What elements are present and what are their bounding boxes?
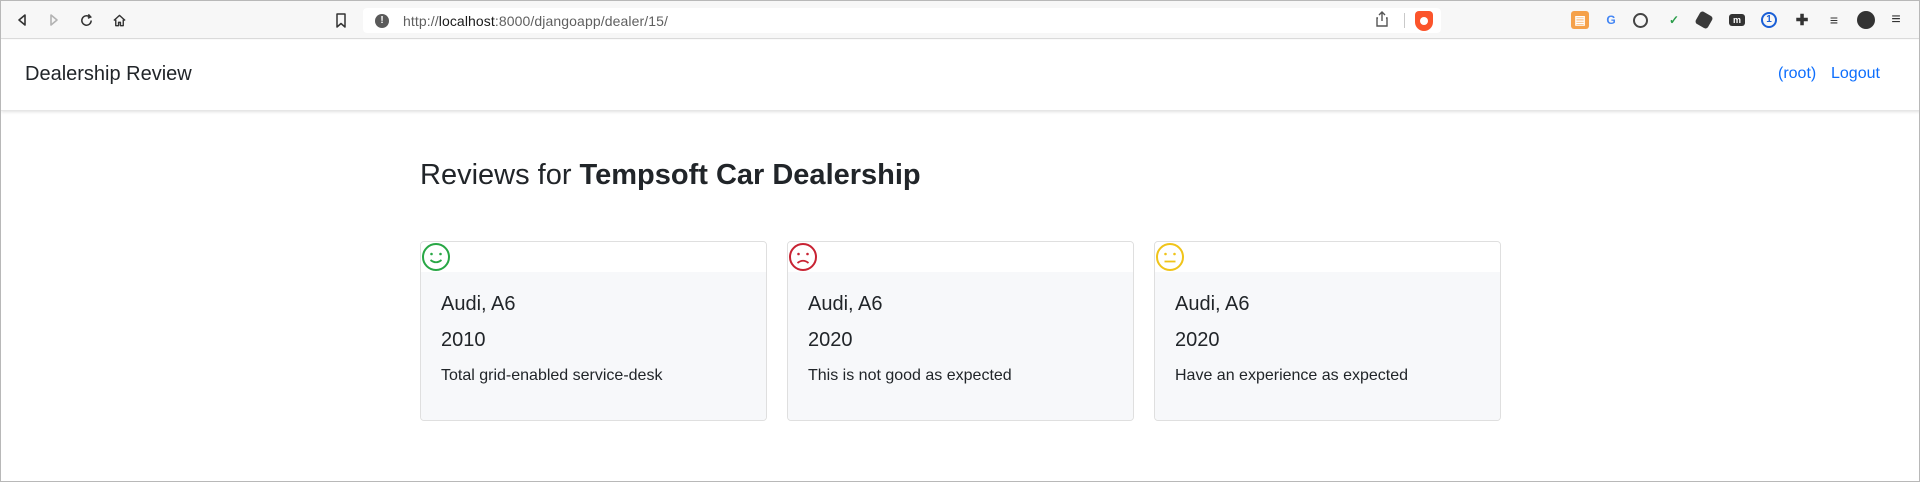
- car-make-model: Audi, A6: [441, 293, 516, 315]
- extension-password-icon[interactable]: 1: [1761, 12, 1777, 28]
- browser-window: ! http://localhost:8000/djangoapp/dealer…: [0, 0, 1920, 482]
- extension-translate-icon[interactable]: G: [1602, 11, 1620, 29]
- card-header: [1155, 242, 1500, 272]
- address-bar[interactable]: ! http://localhost:8000/djangoapp/dealer…: [363, 8, 1441, 33]
- browser-toolbar: ! http://localhost:8000/djangoapp/dealer…: [1, 1, 1919, 39]
- review-text: This is not good as expected: [808, 367, 1012, 384]
- forward-icon[interactable]: [43, 9, 65, 31]
- profile-avatar-icon[interactable]: [1857, 11, 1875, 29]
- card-header: [421, 242, 766, 272]
- url-text: http://localhost:8000/djangoapp/dealer/1…: [403, 12, 668, 29]
- review-text: Have an experience as expected: [1175, 367, 1409, 384]
- extension-card-icon[interactable]: m: [1729, 14, 1745, 26]
- bookmark-icon[interactable]: [330, 9, 352, 31]
- reload-icon[interactable]: [75, 9, 97, 31]
- extension-leaf-icon[interactable]: ✓: [1665, 11, 1683, 29]
- extensions-puzzle-icon[interactable]: ✚: [1793, 11, 1811, 29]
- site-info-icon[interactable]: !: [375, 13, 389, 28]
- user-link[interactable]: (root): [1778, 65, 1816, 83]
- dealer-name: Tempsoft Car Dealership: [579, 159, 921, 191]
- brave-shields-icon[interactable]: [1415, 11, 1433, 31]
- back-icon[interactable]: [11, 9, 33, 31]
- home-icon[interactable]: [108, 9, 130, 31]
- review-text: Total grid-enabled service-desk: [441, 367, 663, 384]
- heading-prefix: Reviews for: [420, 159, 580, 191]
- review-card: Audi, A6 2020 This is not good as expect…: [787, 241, 1134, 421]
- brand-link[interactable]: Dealership Review: [25, 63, 192, 86]
- review-card: Audi, A6 2020 Have an experience as expe…: [1154, 241, 1501, 421]
- menu-icon[interactable]: ≡: [1887, 11, 1905, 29]
- address-divider: [1404, 13, 1405, 28]
- share-icon[interactable]: [1375, 11, 1389, 32]
- car-year: 2010: [441, 329, 486, 351]
- extension-calculator-icon[interactable]: ▤: [1571, 11, 1589, 29]
- extension-privacy-icon[interactable]: [1633, 13, 1648, 28]
- card-header: [788, 242, 1133, 272]
- car-make-model: Audi, A6: [808, 293, 883, 315]
- negative-sentiment-icon: [789, 243, 817, 271]
- neutral-sentiment-icon: [1156, 243, 1184, 271]
- review-card: Audi, A6 2010 Total grid-enabled service…: [420, 241, 767, 421]
- page-title: Reviews for Tempsoft Car Dealership: [420, 159, 921, 192]
- site-navbar: Dealership Review (root) Logout: [1, 40, 1919, 111]
- car-year: 2020: [1175, 329, 1220, 351]
- reading-list-icon[interactable]: ≡: [1825, 11, 1843, 29]
- logout-link[interactable]: Logout: [1831, 65, 1880, 83]
- car-make-model: Audi, A6: [1175, 293, 1250, 315]
- positive-sentiment-icon: [422, 243, 450, 271]
- car-year: 2020: [808, 329, 853, 351]
